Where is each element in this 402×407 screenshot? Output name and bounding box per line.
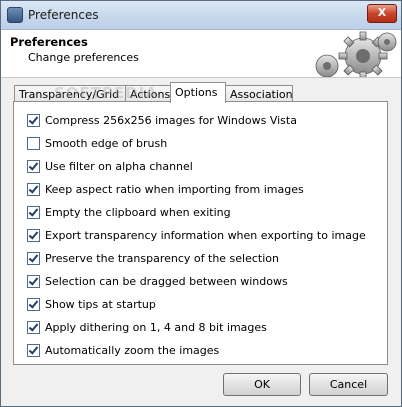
option-export-transparency[interactable]: Export transparency information when exp… [27,227,366,243]
option-label: Export transparency information when exp… [45,228,366,242]
close-button[interactable]: X [367,4,397,23]
preferences-window: Preferences X Preferences Change prefere… [0,0,402,407]
option-auto-zoom[interactable]: Automatically zoom the images [27,342,219,358]
option-label: Selection can be dragged between windows [45,274,288,288]
option-label: Preserve the transparency of the selecti… [45,251,279,265]
option-alpha-filter[interactable]: Use filter on alpha channel [27,158,193,174]
checkbox-checked[interactable] [27,159,40,173]
option-smooth-edge[interactable]: Smooth edge of brush [27,135,167,151]
cancel-button[interactable]: Cancel [309,373,388,396]
option-label: Apply dithering on 1, 4 and 8 bit images [45,320,267,334]
checkbox-checked[interactable] [27,228,40,242]
option-label: Empty the clipboard when exiting [45,205,231,219]
options-panel: SOFTPEDIA Compress 256x256 images for Wi… [13,84,388,365]
option-compress-256[interactable]: Compress 256x256 images for Windows Vist… [27,112,297,128]
option-label: Keep aspect ratio when importing from im… [45,182,304,196]
header-title: Preferences [10,35,88,49]
checkbox-checked[interactable] [27,274,40,288]
option-aspect-ratio[interactable]: Keep aspect ratio when importing from im… [27,181,304,197]
checkbox-checked[interactable] [27,343,40,357]
gear-icon [315,31,397,77]
checkbox-unchecked[interactable] [27,136,40,150]
tab-association[interactable]: Association [225,85,293,102]
option-preserve-selection[interactable]: Preserve the transparency of the selecti… [27,250,279,266]
option-label: Show tips at startup [45,297,156,311]
checkbox-checked[interactable] [27,297,40,311]
checkbox-checked[interactable] [27,113,40,127]
option-show-tips[interactable]: Show tips at startup [27,296,156,312]
option-dithering[interactable]: Apply dithering on 1, 4 and 8 bit images [27,319,267,335]
option-empty-clipboard[interactable]: Empty the clipboard when exiting [27,204,231,220]
header-subtitle: Change preferences [28,51,139,64]
option-label: Smooth edge of brush [45,136,168,150]
checkbox-checked[interactable] [27,251,40,265]
checkbox-checked[interactable] [27,205,40,219]
ok-button[interactable]: OK [223,373,301,396]
window-title: Preferences [28,8,99,22]
option-label: Use filter on alpha channel [45,159,193,173]
option-drag-selection[interactable]: Selection can be dragged between windows [27,273,288,289]
checkbox-checked[interactable] [27,182,40,196]
app-icon [7,7,23,23]
watermark: SOFTPEDIA [54,84,158,102]
option-label: Automatically zoom the images [45,343,220,357]
title-bar[interactable]: Preferences X [1,1,401,30]
checkbox-checked[interactable] [27,320,40,334]
dialog-header: Preferences Change preferences [1,30,401,78]
option-label: Compress 256x256 images for Windows Vist… [45,113,297,127]
tab-options[interactable]: Options [170,82,226,103]
